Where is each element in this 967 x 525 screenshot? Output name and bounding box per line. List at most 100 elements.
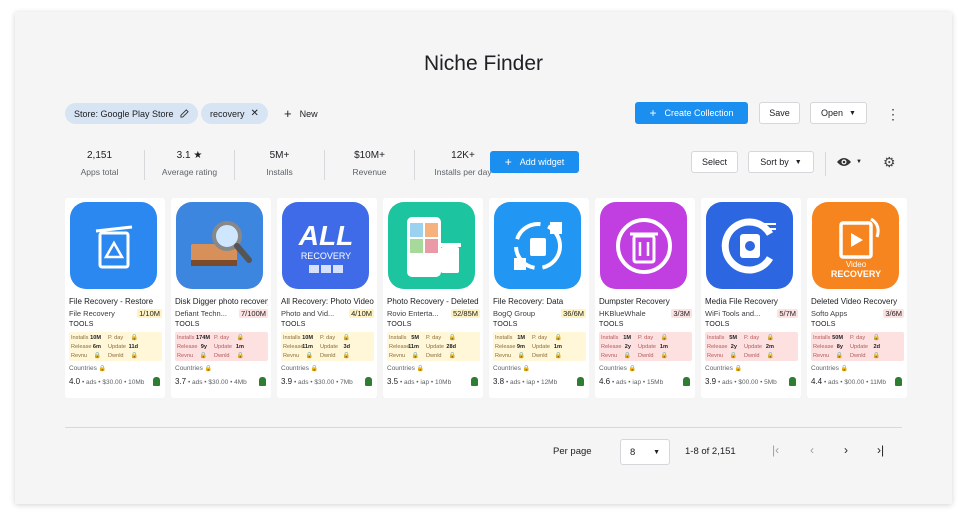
rating-value: 3.8 <box>493 377 505 386</box>
app-footer: 3.7 • ads • $30.00 • 4Mb <box>175 377 268 386</box>
dumpster-icon[interactable] <box>600 202 687 289</box>
lock-icon: 🔒 <box>522 366 531 372</box>
sort-by-button[interactable]: Sort by ▼ <box>748 151 814 173</box>
lock-icon: 🔒 <box>98 366 107 372</box>
app-card[interactable]: Dumpster Recovery HKBlueWhale 3/3M TOOLS Ins… <box>595 198 695 398</box>
first-page-icon[interactable]: |‹ <box>772 443 779 457</box>
lock-icon: 🔒 <box>310 366 319 372</box>
app-card-list: File Recovery - Restore File Recovery 1/10… <box>65 198 907 398</box>
developer-name[interactable]: Defiant Techn... <box>175 309 227 318</box>
recycle-files-icon[interactable] <box>494 202 581 289</box>
developer-name[interactable]: BogQ Group <box>493 309 535 318</box>
countries-row: Countries 🔒 <box>175 365 213 372</box>
app-meta: • ads • $00.00 • 11Mb <box>823 379 886 386</box>
lock-icon: 🔒 <box>130 335 138 341</box>
rating-value: 4.6 <box>599 377 611 386</box>
android-icon <box>259 377 266 386</box>
metrics-grid: Installs 10M P. day 🔒 Release 11m Update 3d Revn… <box>281 332 374 361</box>
app-name[interactable]: File Recovery - Restore <box>69 297 162 306</box>
lock-icon: 🔒 <box>204 366 213 372</box>
rating-value: 3.9 <box>281 377 293 386</box>
app-card[interactable]: Media File Recovery WiFi Tools and... 5/7M… <box>701 198 801 398</box>
pencil-icon[interactable] <box>180 109 189 118</box>
keyword-filter-chip[interactable]: recovery ✕ <box>201 103 268 124</box>
update-value: 1m <box>659 343 668 350</box>
app-name[interactable]: Dumpster Recovery <box>599 297 692 306</box>
developer-name[interactable]: Softo Apps <box>811 309 847 318</box>
store-filter-chip[interactable]: Store: Google Play Store <box>65 103 198 124</box>
app-name[interactable]: All Recovery: Photo Video <box>281 297 374 306</box>
settings-gear-icon[interactable]: ⚙ <box>883 154 896 171</box>
trash-recycle-icon[interactable] <box>70 202 157 289</box>
new-filter-button[interactable]: + New <box>284 106 318 121</box>
app-category: TOOLS <box>175 321 200 328</box>
add-widget-label: Add widget <box>519 157 565 167</box>
stat-apps-total: 2,151 Apps total <box>55 150 145 180</box>
developer-name[interactable]: Rovio Enterta... <box>387 309 439 318</box>
update-value: 28d <box>446 343 456 350</box>
select-label: Select <box>701 157 727 167</box>
plus-icon: + <box>504 155 512 169</box>
lock-icon: 🔒 <box>840 366 849 372</box>
lock-icon: 🔒 <box>734 366 743 372</box>
app-card[interactable]: ALL RECOVERY All Recovery: Photo Video Phot… <box>277 198 377 398</box>
android-icon <box>577 377 584 386</box>
app-name[interactable]: Deleted Video Recovery <box>811 297 904 306</box>
keyword-chip-label: recovery <box>210 108 245 119</box>
disk-search-icon[interactable] <box>176 202 263 289</box>
developer-name[interactable]: WiFi Tools and... <box>705 309 760 318</box>
developer-name[interactable]: File Recovery <box>69 309 115 318</box>
last-page-icon[interactable]: ›| <box>877 443 884 457</box>
lock-icon: 🔒 <box>766 353 774 359</box>
per-page-label: Per page <box>553 445 592 457</box>
app-card[interactable]: File Recovery: Data BogQ Group 36/6M TOOLS I… <box>489 198 589 398</box>
app-footer: 3.5 • ads • iap • 10Mb <box>387 377 480 386</box>
metrics-grid: Installs 1M P. day 🔒 Release 9m Update 1m Revnu 🔒… <box>493 332 586 361</box>
video-recovery-icon[interactable]: Video RECOVERY <box>812 202 899 289</box>
installs-value: 10M <box>302 334 313 341</box>
developer-name[interactable]: HKBlueWhale <box>599 309 646 318</box>
next-page-icon[interactable]: › <box>844 443 848 457</box>
save-button[interactable]: Save <box>759 102 800 124</box>
visibility-toggle[interactable]: ▼ <box>836 156 862 168</box>
sort-by-label: Sort by <box>760 157 789 167</box>
plus-icon: + <box>284 106 292 121</box>
android-icon <box>895 377 902 386</box>
plus-icon: + <box>649 106 657 120</box>
app-meta: • ads • $30.00 • 7Mb <box>293 379 353 386</box>
app-category: TOOLS <box>599 321 624 328</box>
rating-value: 3.5 <box>387 377 399 386</box>
create-collection-button[interactable]: + Create Collection <box>635 102 748 124</box>
app-card[interactable]: File Recovery - Restore File Recovery 1/10… <box>65 198 165 398</box>
per-page-select[interactable]: 8 ▼ <box>620 439 670 465</box>
media-recovery-icon[interactable] <box>706 202 793 289</box>
per-page-value: 8 <box>630 446 636 458</box>
metrics-grid: Installs 5M P. day 🔒 Release 2y Update 2m Revnu 🔒… <box>705 332 798 361</box>
app-category: TOOLS <box>493 321 518 328</box>
close-icon[interactable]: ✕ <box>251 108 259 119</box>
app-name[interactable]: Photo Recovery - Deleted <box>387 297 480 306</box>
all-recovery-icon[interactable]: ALL RECOVERY <box>282 202 369 289</box>
app-card[interactable]: Video RECOVERY Deleted Video Recovery Softo… <box>807 198 907 398</box>
developer-name[interactable]: Photo and Vid... <box>281 309 334 318</box>
app-name[interactable]: Disk Digger photo recovery <box>175 297 268 306</box>
open-button[interactable]: Open ▼ <box>810 102 867 124</box>
app-name[interactable]: File Recovery: Data <box>493 297 586 306</box>
app-card[interactable]: Photo Recovery - Deleted Rovio Enterta...… <box>383 198 483 398</box>
pagination-range: 1-8 of 2,151 <box>685 445 736 457</box>
update-value: 2d <box>873 343 880 350</box>
app-meta: • ads • $30.00 • 10Mb <box>81 379 145 386</box>
lock-icon: 🔒 <box>517 353 525 359</box>
more-options-icon[interactable]: ⋮ <box>886 106 900 123</box>
app-name[interactable]: Media File Recovery <box>705 297 798 306</box>
phone-photos-icon[interactable] <box>388 202 475 289</box>
release-value: 11m <box>302 343 313 350</box>
add-widget-button[interactable]: + Add widget <box>490 151 579 173</box>
select-button[interactable]: Select <box>691 151 738 173</box>
update-value: 2m <box>765 343 774 350</box>
countries-row: Countries 🔒 <box>387 365 425 372</box>
svg-text:RECOVERY: RECOVERY <box>830 269 880 279</box>
prev-page-icon[interactable]: ‹ <box>810 443 814 457</box>
new-filter-label: New <box>299 108 318 119</box>
app-card[interactable]: Disk Digger photo recovery Defiant Techn.… <box>171 198 271 398</box>
